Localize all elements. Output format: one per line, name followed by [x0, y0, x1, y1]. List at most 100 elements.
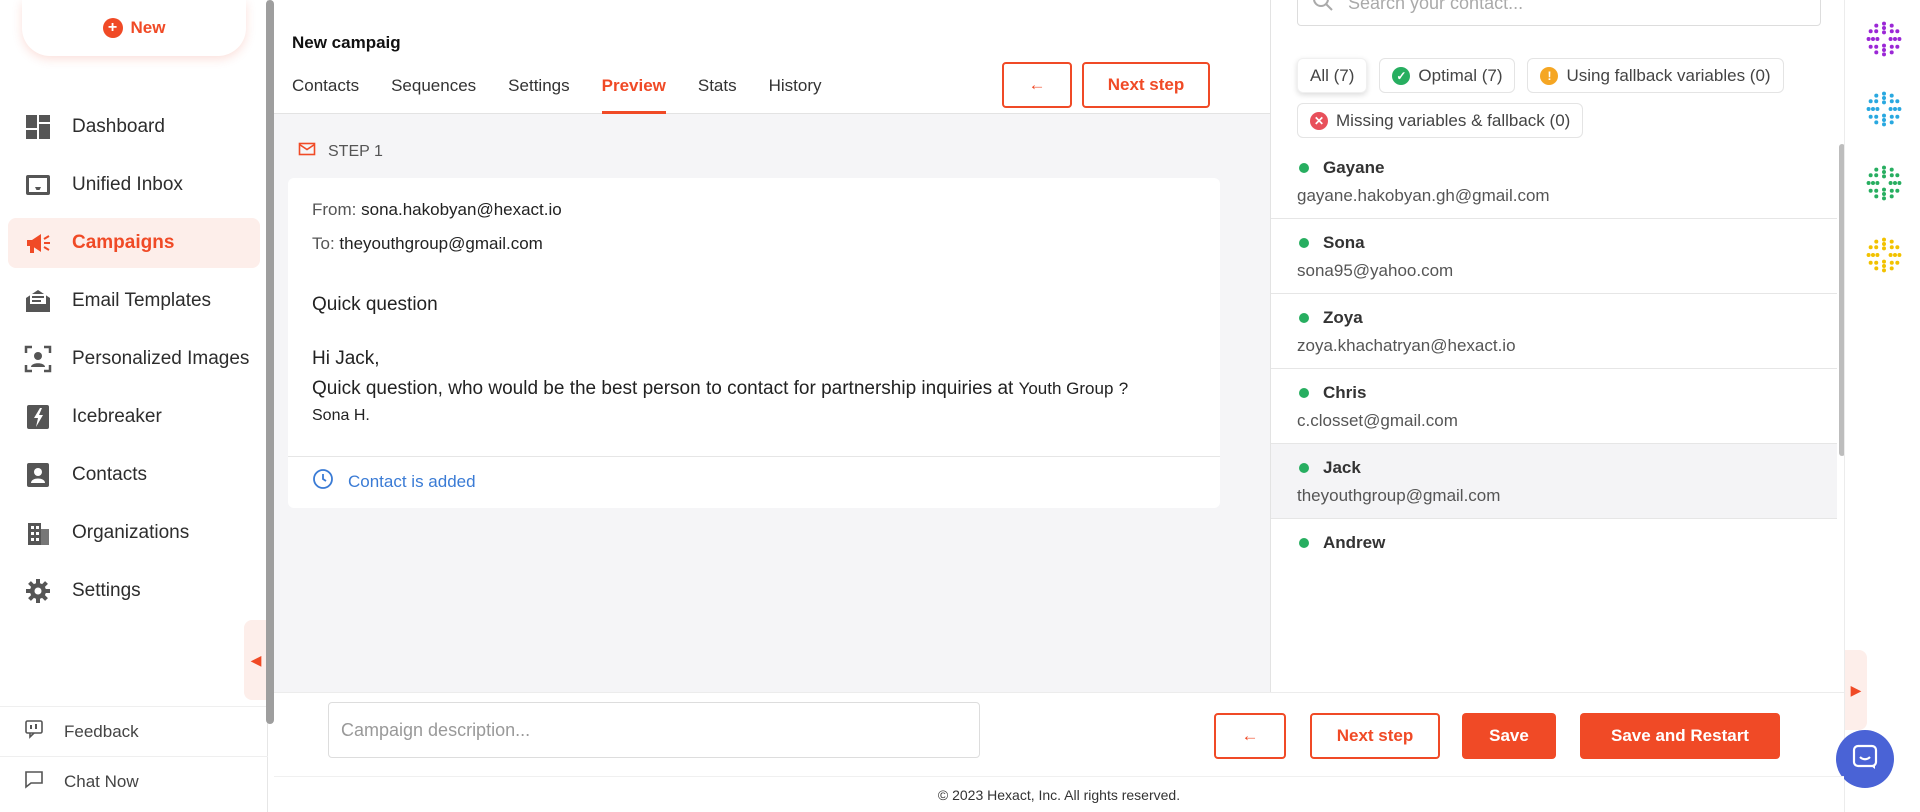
- sidebar-item-unified-inbox[interactable]: Unified Inbox: [8, 160, 260, 210]
- sidebar-item-personalized-images[interactable]: Personalized Images: [8, 334, 260, 384]
- sidebar-item-email-templates[interactable]: Email Templates: [8, 276, 260, 326]
- sidebar-item-settings[interactable]: Settings: [8, 566, 260, 616]
- app-icon-dot: [1868, 260, 1873, 265]
- app-icon-dot: [1889, 44, 1894, 49]
- app-icon-dot: [1875, 181, 1880, 185]
- app-icon-dot: [1868, 44, 1873, 49]
- sidebar-item-campaigns[interactable]: Campaigns: [8, 218, 260, 268]
- online-status-dot: [1299, 463, 1309, 473]
- app-yellow-icon[interactable]: [1865, 236, 1903, 274]
- list-item[interactable]: Sona sona95@yahoo.com: [1271, 219, 1837, 294]
- app-icon-dot: [1871, 181, 1875, 185]
- next-step-button[interactable]: Next step: [1082, 62, 1210, 108]
- tab-stats[interactable]: Stats: [698, 74, 737, 114]
- bottom-back-button[interactable]: ←: [1214, 713, 1286, 759]
- sidebar: + New Dashboard Unified Inbox Campaigns: [0, 0, 268, 812]
- feedback-icon: [24, 719, 44, 744]
- contact-name-row: Gayane: [1299, 158, 1837, 178]
- tab-history[interactable]: History: [769, 74, 822, 114]
- sidebar-item-label: Unified Inbox: [72, 174, 183, 195]
- app-icon-dot: [1874, 188, 1879, 193]
- list-item[interactable]: Chris c.closset@gmail.com: [1271, 369, 1837, 444]
- app-icon-dot: [1882, 187, 1886, 192]
- filter-chips: All (7) ✓ Optimal (7) ! Using fallback v…: [1297, 58, 1837, 138]
- app-icon-dot: [1874, 114, 1879, 119]
- gear-icon: [24, 577, 52, 605]
- from-label: From:: [312, 200, 357, 219]
- app-icon-dot: [1874, 194, 1879, 199]
- tab-settings[interactable]: Settings: [508, 74, 569, 114]
- sidebar-item-organizations[interactable]: Organizations: [8, 508, 260, 558]
- save-and-restart-button[interactable]: Save and Restart: [1580, 713, 1780, 759]
- filter-missing[interactable]: ✕ Missing variables & fallback (0): [1297, 103, 1584, 138]
- app-icon-dot: [1889, 188, 1894, 193]
- contact-name: Andrew: [1323, 533, 1386, 552]
- app-icon-dot: [1868, 245, 1873, 250]
- chat-widget-button[interactable]: [1836, 730, 1894, 788]
- filter-fallback[interactable]: ! Using fallback variables (0): [1527, 58, 1784, 93]
- search-placeholder: Search your contact...: [1348, 0, 1524, 13]
- app-icon-dot: [1874, 29, 1879, 34]
- app-icon-dot: [1874, 245, 1879, 250]
- list-item[interactable]: Jack theyouthgroup@gmail.com: [1271, 444, 1837, 519]
- sidebar-item-contacts[interactable]: Contacts: [8, 450, 260, 500]
- contact-name: Sona: [1323, 233, 1365, 252]
- collapse-sidebar-button[interactable]: ◀: [244, 620, 268, 700]
- sidebar-item-label: Settings: [72, 580, 141, 601]
- sidebar-scrollbar[interactable]: [266, 0, 274, 724]
- sidebar-item-dashboard[interactable]: Dashboard: [8, 102, 260, 152]
- filter-fallback-label: Using fallback variables (0): [1566, 65, 1771, 85]
- app-icon-dot: [1882, 26, 1886, 30]
- bottom-next-step-button[interactable]: Next step: [1310, 713, 1440, 759]
- filter-optimal-label: Optimal (7): [1418, 65, 1503, 85]
- app-icon-dot: [1888, 37, 1893, 41]
- email-body: Hi Jack, Quick question, who would be th…: [312, 344, 1202, 428]
- app-icon-dot: [1874, 50, 1879, 55]
- app-icon-dot: [1882, 21, 1886, 26]
- check-circle-icon: ✓: [1392, 66, 1411, 85]
- app-icon-dot: [1871, 253, 1875, 257]
- filter-optimal[interactable]: ✓ Optimal (7): [1379, 58, 1516, 93]
- app-icon-dot: [1882, 96, 1886, 100]
- app-icon-dot: [1889, 194, 1894, 199]
- app-icon-dot: [1889, 245, 1894, 250]
- app-icon-dot: [1868, 99, 1873, 104]
- chat-now-link[interactable]: Chat Now: [0, 756, 268, 806]
- app-icon-dot: [1882, 91, 1886, 96]
- new-button[interactable]: + New: [22, 0, 246, 56]
- app-icon-dot: [1882, 174, 1886, 179]
- filter-all[interactable]: All (7): [1297, 58, 1368, 93]
- app-icon-dot: [1868, 188, 1873, 193]
- contact-name: Zoya: [1323, 308, 1363, 327]
- app-icon-dot: [1889, 29, 1894, 34]
- sidebar-item-label: Email Templates: [72, 290, 212, 311]
- list-item[interactable]: Andrew: [1271, 519, 1837, 594]
- plus-icon: +: [102, 18, 123, 38]
- tab-contacts[interactable]: Contacts: [292, 74, 359, 114]
- app-icon-dot: [1889, 120, 1894, 125]
- app-icon-dot: [1882, 237, 1886, 242]
- save-button[interactable]: Save: [1462, 713, 1556, 759]
- email-greeting: Hi Jack,: [312, 348, 380, 369]
- list-item[interactable]: Gayane gayane.hakobyan.gh@gmail.com: [1271, 144, 1837, 219]
- sidebar-item-icebreaker[interactable]: Icebreaker: [8, 392, 260, 442]
- app-icon-dot: [1882, 52, 1886, 57]
- back-button[interactable]: ←: [1002, 62, 1072, 108]
- chat-icon: [24, 769, 44, 794]
- lightning-icon: [24, 403, 52, 431]
- campaign-title: New campaig: [292, 33, 401, 52]
- building-icon: [24, 519, 52, 547]
- feedback-link[interactable]: Feedback: [0, 706, 268, 756]
- tab-sequences[interactable]: Sequences: [391, 74, 476, 114]
- app-icon-dot: [1874, 239, 1879, 244]
- app-purple-icon[interactable]: [1865, 20, 1903, 58]
- list-item[interactable]: Zoya zoya.khachatryan@hexact.io: [1271, 294, 1837, 369]
- expand-rail-button[interactable]: ▶: [1845, 650, 1867, 730]
- to-line: To: theyouthgroup@gmail.com: [312, 234, 543, 254]
- app-green-icon[interactable]: [1865, 164, 1903, 202]
- tab-preview[interactable]: Preview: [601, 74, 666, 114]
- campaign-description-input[interactable]: [328, 702, 980, 758]
- app-blue-icon[interactable]: [1865, 90, 1903, 128]
- contact-search[interactable]: Search your contact...: [1297, 0, 1821, 26]
- contacts-panel: Search your contact... All (7) ✓ Optimal…: [1270, 0, 1845, 692]
